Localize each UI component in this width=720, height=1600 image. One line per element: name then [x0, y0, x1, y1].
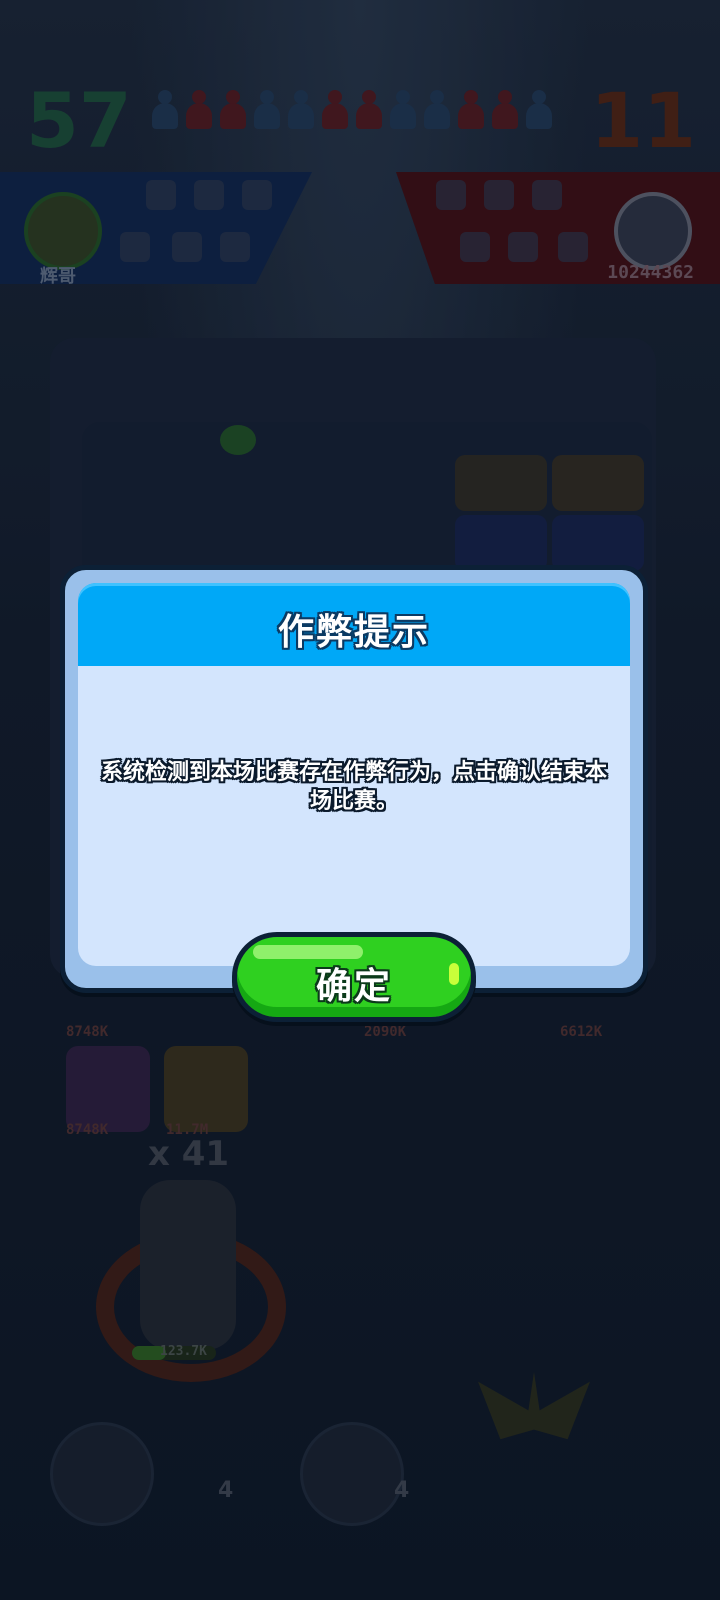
dialog-body: 系统检测到本场比赛存在作弊行为，点击确认结束本场比赛。 — [78, 666, 630, 966]
dialog-header: 作弊提示 — [78, 583, 630, 666]
cheat-warning-dialog: 作弊提示 系统检测到本场比赛存在作弊行为，点击确认结束本场比赛。 — [60, 565, 648, 993]
confirm-button[interactable]: 确定 — [232, 932, 476, 1022]
dialog-message: 系统检测到本场比赛存在作弊行为，点击确认结束本场比赛。 — [100, 760, 607, 814]
dialog-title: 作弊提示 — [277, 612, 430, 653]
game-screen: 57 11 辉哥 10244362 8748K 2090K 6612K 8748… — [0, 0, 720, 1600]
confirm-button-label: 确定 — [315, 966, 392, 1007]
